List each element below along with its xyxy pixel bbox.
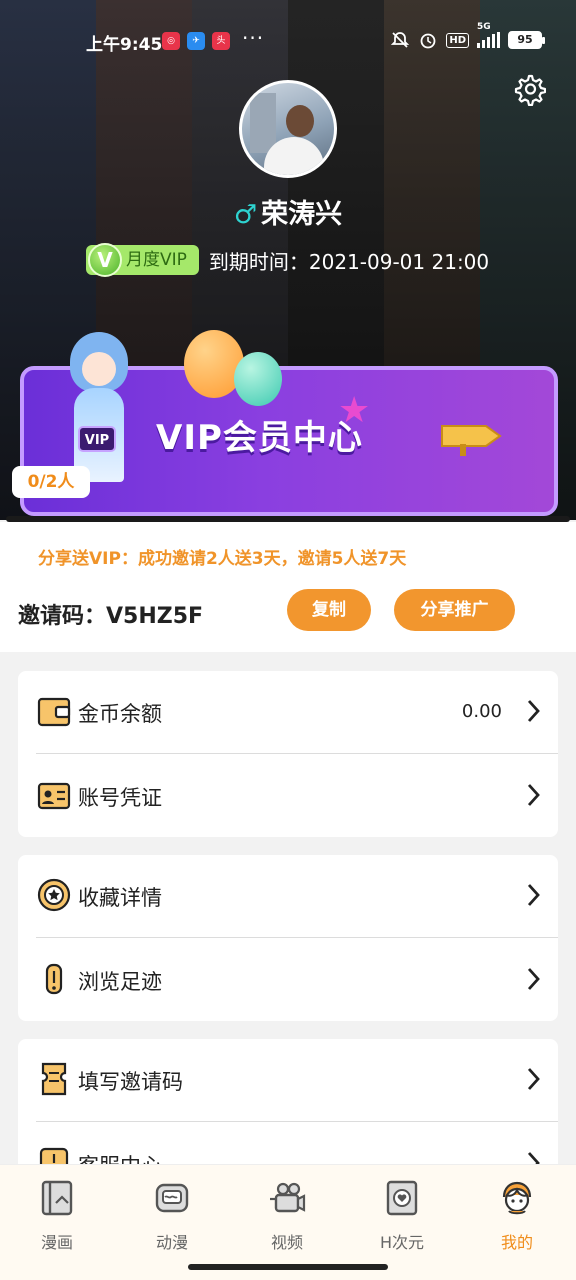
hd-indicator: HD [446,32,469,48]
nav-h-dimension[interactable]: H次元 [357,1179,447,1259]
history-icon [45,963,63,995]
user-name: 荣涛兴 [261,199,343,230]
coin-balance-value: 0.00 [461,701,502,722]
wallet-icon [37,697,71,727]
mute-bell-icon [391,32,410,48]
arrow-sign-icon [441,425,502,456]
user-avatar[interactable] [239,80,337,178]
menu-item-enter-invite-code[interactable]: 填写邀请码 [18,1039,558,1121]
video-camera-icon [270,1182,306,1213]
copy-button[interactable]: 复制 [287,589,371,631]
share-promote-button[interactable]: 分享推广 [394,589,515,631]
signal-strength-icon: 5G [477,22,500,48]
vip-tag-icon: VIP [78,426,116,452]
id-card-icon [37,782,71,810]
nav-video[interactable]: 视频 [242,1179,332,1259]
vip-expire-text: 到期时间：2021-09-01 21:00 [208,249,490,274]
mascot-illustration [66,332,136,482]
ticket-icon [41,1062,67,1096]
vip-center-banner[interactable]: VIP ★ VIP会员中心 [20,330,560,516]
alarm-clock-icon [420,33,436,49]
chevron-right-icon [527,784,540,806]
tv-icon [155,1183,189,1213]
menu-item-favorites[interactable]: 收藏详情 [18,855,558,937]
battery-indicator: 95 [508,31,545,49]
wallet-card: 金币余额 0.00 账号凭证 [18,671,558,837]
nav-anime[interactable]: 动漫 [127,1179,217,1259]
heart-card-icon [386,1180,418,1216]
vip-badge-icon: V [88,243,122,277]
vip-center-title: VIP会员中心 [156,418,363,458]
favorites-card: 收藏详情 浏览足迹 [18,855,558,1021]
news-app-icon: 头 [212,32,230,50]
menu-item-browse-history[interactable]: 浏览足迹 [18,939,558,1021]
message-app-icon: ✈ [187,32,205,50]
chevron-right-icon [527,884,540,906]
chevron-right-icon [527,1068,540,1090]
profile-avatar-icon [502,1181,532,1215]
male-gender-icon: ♂ [233,200,258,230]
chevron-right-icon [527,700,540,722]
vip-status-row: V 月度VIP 到期时间：2021-09-01 21:00 [86,243,490,277]
home-indicator[interactable] [188,1264,388,1270]
vip-level-badge: V 月度VIP [86,243,199,277]
favorite-icon [37,878,71,912]
status-time: 上午9:45 [86,35,163,55]
nav-comic[interactable]: 漫画 [12,1179,102,1259]
more-notifications-icon: ··· [242,26,265,50]
bottom-navigation: 漫画 动漫 视频 H次元 我的 [0,1164,576,1280]
menu-item-coin-balance[interactable]: 金币余额 0.00 [18,671,558,753]
invite-section: 分享送VIP：成功邀请2人送3天，邀请5人送7天 邀请码：V5HZ5F 复制 分… [0,522,576,652]
comic-book-icon [41,1180,73,1216]
invite-progress-badge: 0/2人 [12,466,90,498]
netease-music-icon: ◎ [162,32,180,50]
menu-item-account-credential[interactable]: 账号凭证 [18,755,558,837]
balloon-teal-icon [234,352,282,406]
status-bar: 上午9:45 ◎ ✈ 头 ··· HD 5G 95 [0,22,576,58]
nav-mine[interactable]: 我的 [472,1179,562,1259]
chevron-right-icon [527,968,540,990]
settings-gear-icon[interactable] [512,72,546,106]
invite-promo-text: 分享送VIP：成功邀请2人送3天，邀请5人送7天 [38,549,407,569]
invite-code: 邀请码：V5HZ5F [18,604,204,629]
user-name-row: ♂ 荣涛兴 [0,192,576,231]
